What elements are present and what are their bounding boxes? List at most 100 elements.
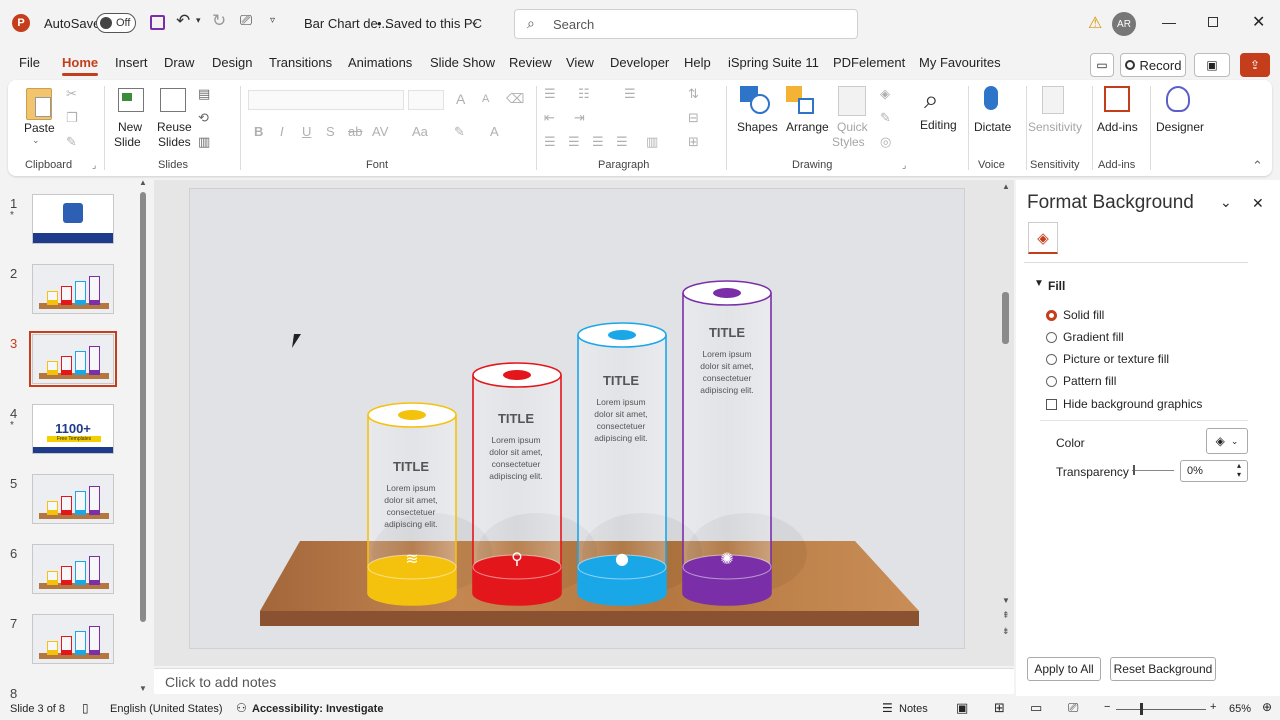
warning-icon[interactable]: ⚠: [1088, 13, 1102, 33]
zoom-out-icon[interactable]: −: [1104, 701, 1110, 713]
scroll-thumb[interactable]: [140, 192, 146, 622]
spinner-up-icon[interactable]: ▴: [1237, 461, 1241, 470]
new-slide-icon[interactable]: [118, 88, 144, 112]
slide-canvas[interactable]: ≋ ⚲ ● ✺ TITLE Lorem ipsum dolor sit amet, con…: [189, 188, 965, 649]
notes-placeholder[interactable]: Click to add notes: [165, 674, 276, 690]
pane-close-icon[interactable]: ✕: [1252, 195, 1264, 212]
solid-fill-radio[interactable]: [1046, 309, 1057, 321]
canvas-scrollbar[interactable]: ▲ ▼ ⇞ ⇟: [1000, 180, 1012, 646]
arrange-icon[interactable]: [786, 86, 816, 116]
spelling-icon[interactable]: ▯: [82, 701, 89, 715]
tab-transitions[interactable]: Transitions: [269, 55, 332, 70]
pane-options-chevron-icon[interactable]: ⌄: [1220, 194, 1232, 211]
shape-fill-icon[interactable]: ◈: [880, 86, 890, 102]
sensitivity-icon[interactable]: [1042, 86, 1064, 114]
slide-thumbnail-1[interactable]: [32, 194, 114, 244]
picture-fill-radio[interactable]: [1046, 353, 1057, 365]
align-text-icon[interactable]: ⊟: [688, 110, 699, 126]
tab-help[interactable]: Help: [684, 55, 711, 70]
notes-pane[interactable]: Click to add notes: [154, 668, 1014, 694]
redo-icon[interactable]: ↻: [212, 11, 226, 31]
gradient-fill-option[interactable]: Gradient fill: [1046, 330, 1124, 344]
cylinder-4-title[interactable]: TITLE: [683, 325, 771, 340]
thumbnail-scrollbar[interactable]: ▲ ▼: [139, 178, 148, 693]
highlight-icon[interactable]: ✎: [454, 124, 465, 140]
dictate-button[interactable]: Dictate: [974, 120, 1011, 135]
tab-slide-show[interactable]: Slide Show: [430, 55, 495, 70]
slide-thumbnail-4[interactable]: 1100+ Free Templates: [32, 404, 114, 454]
char-spacing-icon[interactable]: AV: [372, 124, 388, 139]
collapse-ribbon-icon[interactable]: ⌃: [1252, 158, 1263, 174]
cylinder-3-title[interactable]: TITLE: [577, 373, 665, 388]
justify-icon[interactable]: ☰: [616, 134, 628, 150]
tab-draw[interactable]: Draw: [164, 55, 194, 70]
search-box[interactable]: ⌕ Search: [514, 9, 858, 39]
designer-icon[interactable]: [1166, 86, 1190, 112]
font-color-icon[interactable]: A: [490, 124, 499, 139]
tab-insert[interactable]: Insert: [115, 55, 148, 70]
reset-background-button[interactable]: Reset Background: [1110, 657, 1216, 681]
reuse-slides-label-2[interactable]: Slides: [158, 135, 191, 150]
new-slide-label-2[interactable]: Slide: [114, 135, 141, 150]
shadow-icon[interactable]: S: [326, 124, 335, 139]
present-icon[interactable]: ⎚: [240, 12, 252, 29]
arrange-button[interactable]: Arrange: [786, 120, 829, 135]
accessibility-status[interactable]: Accessibility: Investigate: [252, 703, 383, 715]
tab-pdfelement[interactable]: PDFelement: [833, 55, 905, 70]
slideshow-view-icon[interactable]: ⎚: [1068, 700, 1078, 716]
solid-fill-option[interactable]: Solid fill: [1046, 308, 1104, 322]
cylinder-2-title[interactable]: TITLE: [472, 411, 560, 426]
undo-icon[interactable]: ↶: [176, 11, 190, 31]
slide-counter[interactable]: Slide 3 of 8: [10, 703, 65, 715]
font-size-up-icon[interactable]: A: [456, 91, 465, 107]
tab-view[interactable]: View: [566, 55, 594, 70]
autosave-toggle[interactable]: Off: [96, 13, 136, 33]
copy-icon[interactable]: ❐: [66, 110, 78, 126]
pattern-fill-option[interactable]: Pattern fill: [1046, 374, 1116, 388]
editing-icon[interactable]: ⌕: [924, 84, 939, 116]
editing-button[interactable]: Editing: [920, 118, 957, 133]
customize-qat-icon[interactable]: ▿: [270, 15, 275, 26]
canvas-scroll-thumb[interactable]: [1002, 292, 1009, 344]
canvas-scroll-up-icon[interactable]: ▲: [1002, 182, 1010, 191]
zoom-in-icon[interactable]: +: [1210, 701, 1216, 713]
language-indicator[interactable]: English (United States): [110, 703, 223, 715]
paste-icon[interactable]: [26, 88, 52, 120]
canvas-scroll-down-icon[interactable]: ▼: [1002, 596, 1010, 605]
reset-icon[interactable]: ⟲: [198, 110, 209, 126]
accessibility-icon[interactable]: ⚇: [236, 701, 247, 715]
transparency-slider-handle[interactable]: [1133, 465, 1135, 475]
slide-thumbnail-5[interactable]: [32, 474, 114, 524]
close-window-icon[interactable]: ✕: [1252, 12, 1265, 32]
hide-graphics-checkbox[interactable]: [1046, 398, 1057, 410]
underline-icon[interactable]: U: [302, 124, 311, 139]
smartart-icon[interactable]: ⊞: [688, 134, 699, 150]
fit-to-window-icon[interactable]: ⊕: [1262, 700, 1272, 714]
align-left-icon[interactable]: ☰: [544, 134, 556, 150]
zoom-level[interactable]: 65%: [1229, 703, 1251, 715]
bullets-icon[interactable]: ☰: [544, 86, 556, 102]
increase-indent-icon[interactable]: ⇥: [574, 110, 585, 126]
align-right-icon[interactable]: ☰: [592, 134, 604, 150]
shapes-icon[interactable]: [740, 86, 774, 116]
tab-my-favourites[interactable]: My Favourites: [919, 55, 1001, 70]
designer-button[interactable]: Designer: [1156, 120, 1204, 135]
picture-fill-option[interactable]: Picture or texture fill: [1046, 352, 1169, 366]
reuse-slides-icon[interactable]: [160, 88, 186, 112]
tab-ispring[interactable]: iSpring Suite 11: [728, 55, 819, 70]
tab-animations[interactable]: Animations: [348, 55, 412, 70]
apply-to-all-button[interactable]: Apply to All: [1027, 657, 1101, 681]
reading-view-icon[interactable]: ▭: [1030, 700, 1042, 716]
line-spacing-icon[interactable]: ☰: [624, 86, 636, 102]
sensitivity-button[interactable]: Sensitivity: [1028, 120, 1082, 135]
font-name-box[interactable]: [248, 90, 404, 110]
minimize-icon[interactable]: —: [1162, 14, 1176, 30]
strikethrough-icon[interactable]: ab: [348, 124, 362, 139]
tab-review[interactable]: Review: [509, 55, 552, 70]
columns-icon[interactable]: ▥: [646, 134, 658, 150]
shape-effects-icon[interactable]: ◎: [880, 134, 891, 150]
bold-icon[interactable]: B: [254, 124, 263, 139]
slide-thumbnail-6[interactable]: [32, 544, 114, 594]
microphone-icon[interactable]: [984, 86, 998, 110]
new-slide-label[interactable]: New: [118, 120, 142, 135]
